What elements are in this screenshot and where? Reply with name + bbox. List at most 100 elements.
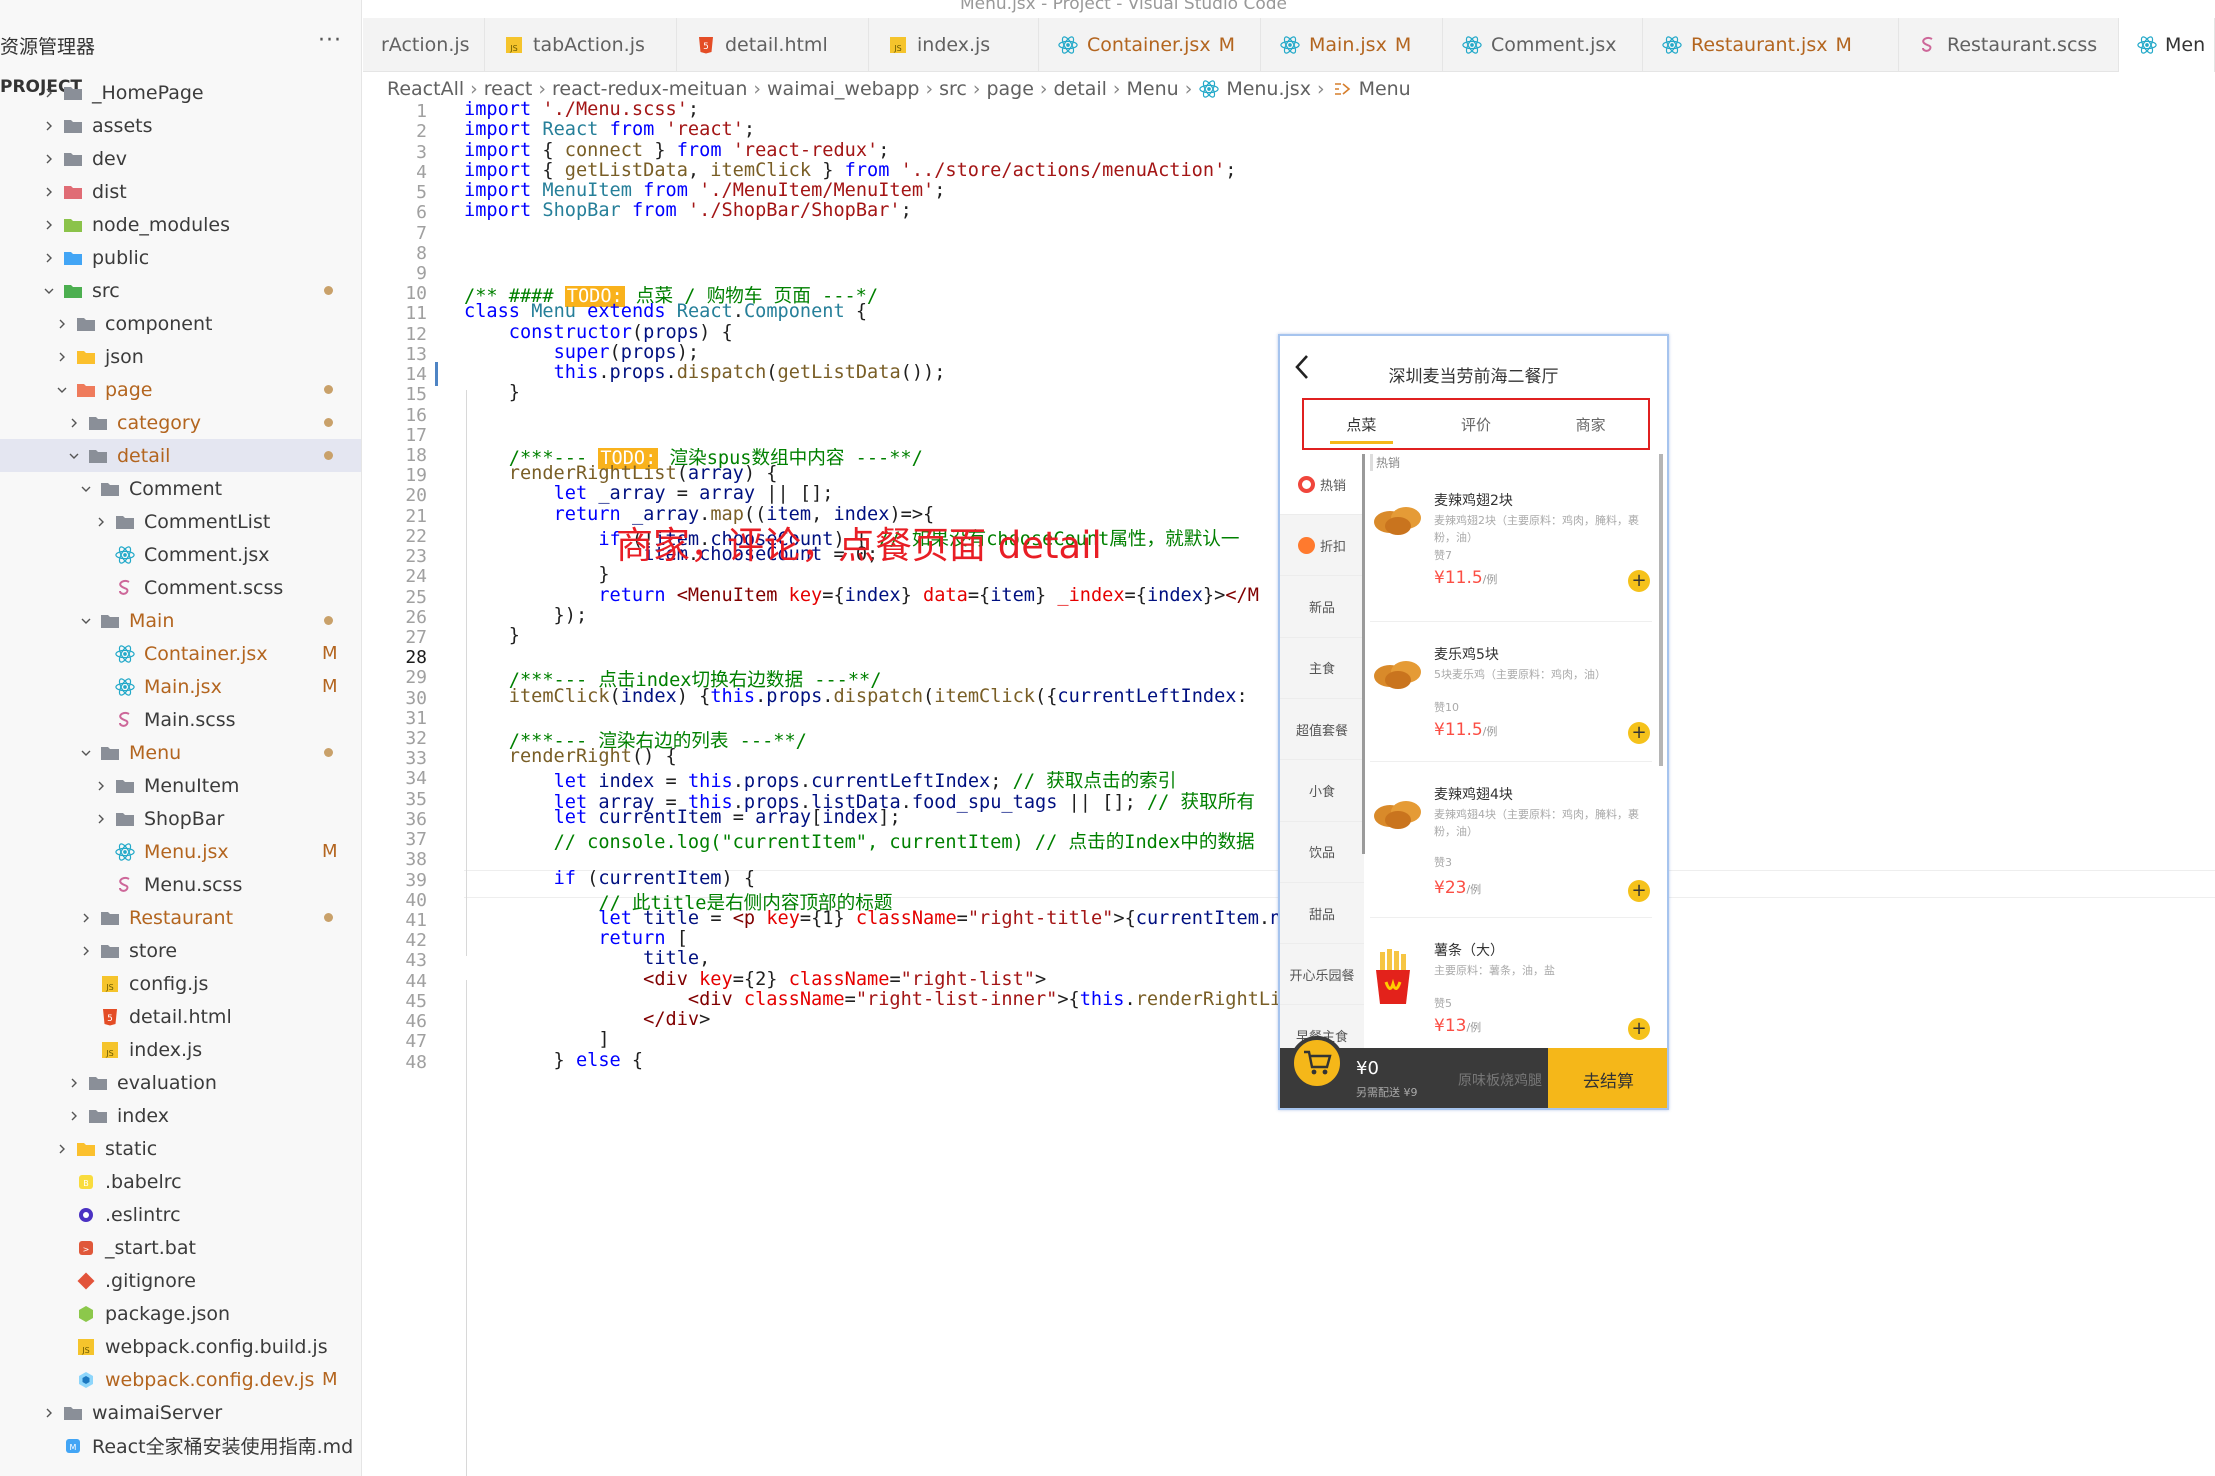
food-item[interactable]: 薯条（大） 主要原料：薯条，油，盐 赞5 ¥13/例 + <box>1370 922 1652 1062</box>
tree-item-comment[interactable]: Comment <box>0 472 361 505</box>
chevron-right-icon[interactable] <box>42 149 56 169</box>
chevron-right-icon[interactable] <box>79 941 93 961</box>
tree-item-dist[interactable]: dist <box>0 175 361 208</box>
breadcrumb-item[interactable]: waimai_webapp <box>767 78 919 100</box>
tree-item-package-json[interactable]: package.json <box>0 1297 361 1330</box>
tree-item-detail[interactable]: detail <box>0 439 361 472</box>
add-to-cart-button[interactable]: + <box>1628 880 1650 902</box>
scrollbar[interactable] <box>1659 454 1663 766</box>
chevron-down-icon[interactable] <box>67 446 81 466</box>
more-actions-icon[interactable]: ··· <box>318 28 342 53</box>
tree-item-restaurant[interactable]: Restaurant <box>0 901 361 934</box>
chevron-right-icon[interactable] <box>67 413 81 433</box>
tab-restaurant-jsx[interactable]: Restaurant.jsx M <box>1643 18 1899 72</box>
add-to-cart-button[interactable]: + <box>1628 570 1650 592</box>
chevron-down-icon[interactable] <box>79 743 93 763</box>
chevron-right-icon[interactable] <box>55 314 69 334</box>
checkout-button[interactable]: 去结算 <box>1548 1048 1667 1108</box>
category-item[interactable]: 新品 <box>1280 577 1364 638</box>
chevron-right-icon[interactable] <box>94 809 108 829</box>
tree-item-config-js[interactable]: JS config.js <box>0 967 361 1000</box>
tree-item-main[interactable]: Main <box>0 604 361 637</box>
tree-item-webpack-config-dev-js[interactable]: webpack.config.dev.js M <box>0 1363 361 1396</box>
category-item[interactable]: 超值套餐 <box>1280 699 1364 761</box>
chevron-right-icon[interactable] <box>94 512 108 532</box>
category-item[interactable]: 开心乐园餐 <box>1280 944 1364 1006</box>
tab-detail-html[interactable]: 5 detail.html <box>677 18 869 72</box>
tree-item-menu-jsx[interactable]: Menu.jsx M <box>0 835 361 868</box>
chevron-right-icon[interactable] <box>67 1106 81 1126</box>
category-item[interactable]: 折扣 <box>1280 515 1364 577</box>
tree-item-store[interactable]: store <box>0 934 361 967</box>
chevron-down-icon[interactable] <box>55 380 69 400</box>
tab-raction-js[interactable]: rAction.js <box>363 18 485 72</box>
chevron-right-icon[interactable] <box>94 776 108 796</box>
cart-icon[interactable] <box>1290 1036 1344 1090</box>
tree-item-react-md[interactable]: M React全家桶安装使用指南.md <box>0 1429 361 1462</box>
tab-menu[interactable]: 点菜 <box>1304 400 1419 448</box>
tree-item-page[interactable]: page <box>0 373 361 406</box>
tree-item-index[interactable]: index <box>0 1099 361 1132</box>
tree-item-comment-jsx[interactable]: Comment.jsx <box>0 538 361 571</box>
chevron-right-icon[interactable] <box>55 347 69 367</box>
tree-item-evaluation[interactable]: evaluation <box>0 1066 361 1099</box>
category-item[interactable]: 饮品 <box>1280 822 1364 883</box>
category-item[interactable]: 甜品 <box>1280 883 1364 945</box>
breadcrumb-item[interactable]: Menu <box>1127 78 1179 100</box>
tab-tabaction-js[interactable]: JS tabAction.js <box>485 18 677 72</box>
tree-item-menu-scss[interactable]: Menu.scss <box>0 868 361 901</box>
tree-item-component[interactable]: component <box>0 307 361 340</box>
food-item[interactable]: 麦辣鸡翅2块 麦辣鸡翅2块（主要原料：鸡肉，腌料，裹粉，油） 赞7 ¥11.5/例 + <box>1370 472 1652 622</box>
breadcrumb-item[interactable]: Menu.jsx <box>1226 78 1311 100</box>
tree-item-waimaiserver[interactable]: waimaiServer <box>0 1396 361 1429</box>
tree-item-detail-html[interactable]: 5 detail.html <box>0 1000 361 1033</box>
tree-item-comment-scss[interactable]: Comment.scss <box>0 571 361 604</box>
category-item[interactable]: 热销 <box>1280 454 1364 515</box>
tab-restaurant[interactable]: 商家 <box>1533 400 1648 448</box>
category-item[interactable]: 小食 <box>1280 761 1364 822</box>
tab-comment-jsx[interactable]: Comment.jsx <box>1443 18 1643 72</box>
chevron-down-icon[interactable] <box>42 281 56 301</box>
tree-item-gitignore[interactable]: .gitignore <box>0 1264 361 1297</box>
breadcrumb-item[interactable]: react-redux-meituan <box>552 78 747 100</box>
tree-item-index-js[interactable]: JS index.js <box>0 1033 361 1066</box>
tree-item-main-jsx[interactable]: Main.jsx M <box>0 670 361 703</box>
chevron-right-icon[interactable] <box>42 182 56 202</box>
breadcrumb-item[interactable]: ReactAll <box>387 78 464 100</box>
tree-item-shopbar[interactable]: ShopBar <box>0 802 361 835</box>
tab-restaurant-scss[interactable]: Restaurant.scss <box>1899 18 2119 72</box>
tree-item-homepage[interactable]: _HomePage <box>0 76 361 109</box>
breadcrumb-item[interactable]: src <box>939 78 967 100</box>
tree-item-webpack-config-build-js[interactable]: JS webpack.config.build.js <box>0 1330 361 1363</box>
chevron-down-icon[interactable] <box>79 479 93 499</box>
tab-comment[interactable]: 评价 <box>1419 400 1534 448</box>
food-item[interactable]: 麦辣鸡翅4块 麦辣鸡翅4块（主要原料：鸡肉，腌料，裹粉，油） 赞3 ¥23/例 + <box>1370 766 1652 918</box>
chevron-right-icon[interactable] <box>42 1403 56 1423</box>
tree-item-node-modules[interactable]: node_modules <box>0 208 361 241</box>
tree-item-main-scss[interactable]: Main.scss <box>0 703 361 736</box>
tree-item-babelrc[interactable]: B .babelrc <box>0 1165 361 1198</box>
tab-index-js[interactable]: JS index.js <box>869 18 1039 72</box>
tree-item-container-jsx[interactable]: Container.jsx M <box>0 637 361 670</box>
chevron-right-icon[interactable] <box>42 83 56 103</box>
tree-item-commentlist[interactable]: CommentList <box>0 505 361 538</box>
add-to-cart-button[interactable]: + <box>1628 1018 1650 1040</box>
tab-main-jsx[interactable]: Main.jsx M <box>1261 18 1443 72</box>
tree-item-menuitem[interactable]: MenuItem <box>0 769 361 802</box>
chevron-right-icon[interactable] <box>42 116 56 136</box>
tree-item-menu[interactable]: Menu <box>0 736 361 769</box>
chevron-right-icon[interactable] <box>67 1073 81 1093</box>
tree-item-dev[interactable]: dev <box>0 142 361 175</box>
add-to-cart-button[interactable]: + <box>1628 722 1650 744</box>
tree-item-static[interactable]: static <box>0 1132 361 1165</box>
tree-item-src[interactable]: src <box>0 274 361 307</box>
tree-item-public[interactable]: public <box>0 241 361 274</box>
breadcrumb-item[interactable]: react <box>484 78 533 100</box>
food-item[interactable]: 麦乐鸡5块 5块麦乐鸡（主要原料：鸡肉，油） 赞10 ¥11.5/例 + <box>1370 626 1652 762</box>
tree-item-start-bat[interactable]: > _start.bat <box>0 1231 361 1264</box>
chevron-down-icon[interactable] <box>79 611 93 631</box>
tab-men[interactable]: Men <box>2119 18 2215 72</box>
tree-item-category[interactable]: category <box>0 406 361 439</box>
chevron-right-icon[interactable] <box>42 215 56 235</box>
chevron-right-icon[interactable] <box>79 908 93 928</box>
